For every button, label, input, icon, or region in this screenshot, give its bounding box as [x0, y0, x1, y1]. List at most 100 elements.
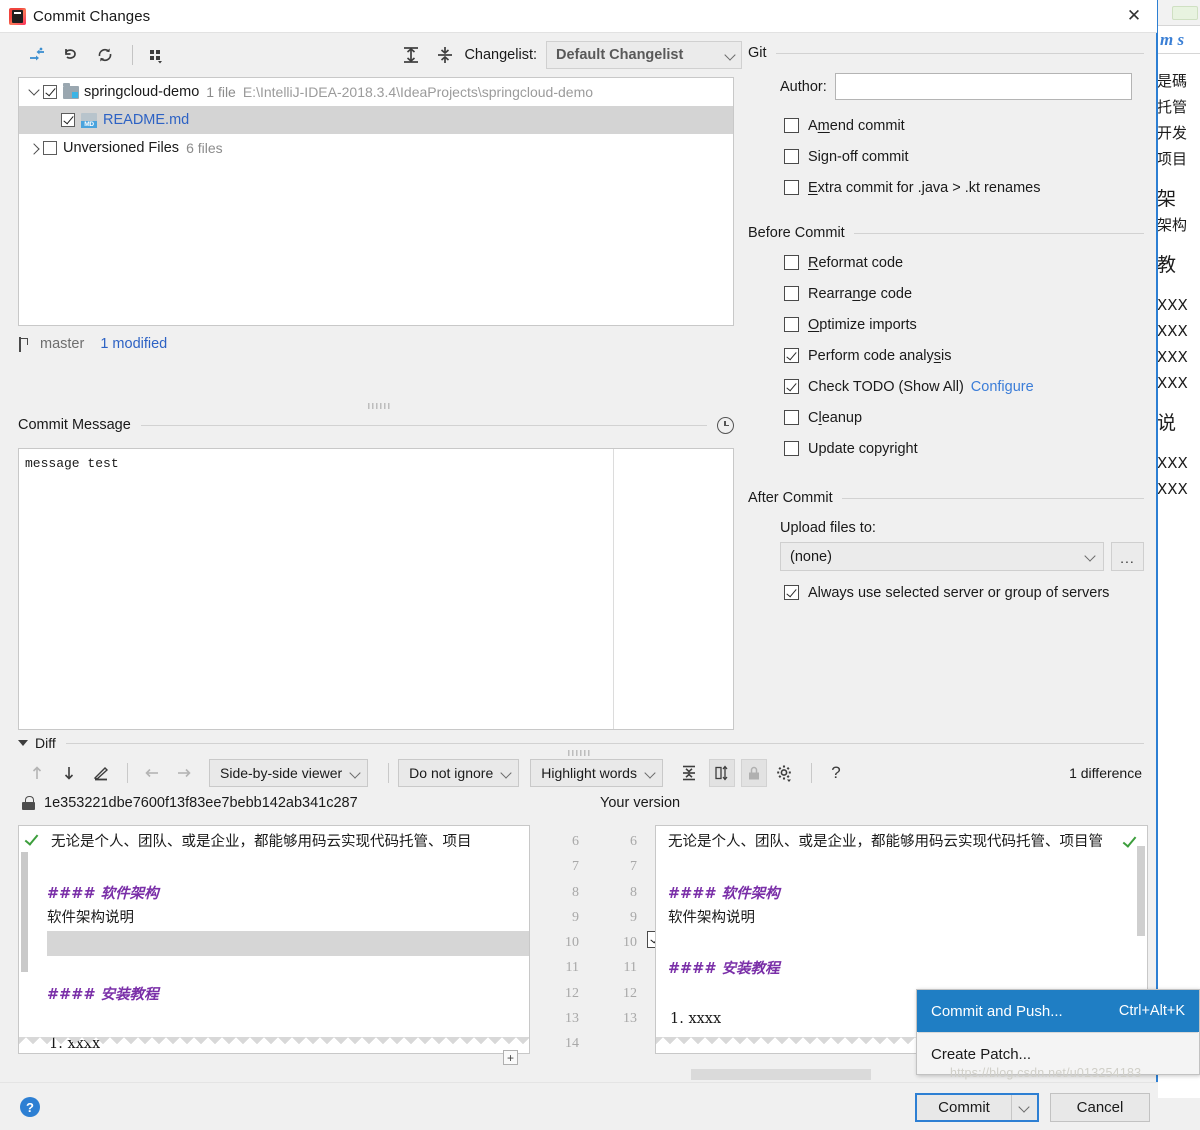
line-number: 13 [565, 1011, 579, 1027]
menu-item-commit-and-push[interactable]: Commit and Push... Ctrl+Alt+K [917, 990, 1199, 1032]
row-file-count: 1 file [206, 84, 236, 100]
refresh-icon[interactable] [90, 40, 120, 70]
close-icon[interactable]: ✕ [1111, 0, 1157, 32]
table-row[interactable]: springcloud-demo 1 file E:\IntelliJ-IDEA… [19, 78, 733, 106]
gear-icon[interactable] [770, 759, 800, 787]
checkbox-label: Cleanup [808, 409, 863, 426]
perform-code-analysis-checkbox[interactable]: Perform code analysis [784, 340, 1144, 371]
collapse-unchanged-icon[interactable] [674, 759, 704, 787]
collapse-triangle-icon[interactable] [18, 740, 28, 746]
row-checkbox[interactable] [61, 113, 75, 127]
lock-icon[interactable] [740, 759, 767, 787]
commit-button[interactable]: Commit [917, 1095, 1012, 1120]
line-number: 10 [565, 935, 579, 951]
clock-history-icon[interactable] [717, 416, 734, 434]
modified-count-link[interactable]: 1 modified [100, 336, 167, 352]
commit-dropdown-arrow[interactable] [1012, 1095, 1037, 1120]
git-section-header: Git [748, 45, 1144, 61]
viewer-mode-dropdown[interactable]: Side-by-side viewer [209, 759, 369, 787]
ignore-mode-dropdown[interactable]: Do not ignore [398, 759, 520, 787]
checkbox-box [784, 149, 799, 164]
check-todo-checkbox[interactable]: Check TODO (Show All) Configure [784, 371, 1144, 402]
diff-line: #### 软件架构 [47, 884, 159, 902]
sync-scroll-icon[interactable] [708, 759, 735, 787]
row-checkbox[interactable] [43, 141, 57, 155]
line-number: 9 [630, 909, 637, 925]
background-editor-text: 是碼 托管 开发 项目 架 架构 教 XXX XXX XXX XXX 说 XXX… [1155, 54, 1200, 1098]
checkbox-box [784, 379, 799, 394]
watermark: https://blog.csdn.net/u013254183 [950, 1066, 1142, 1080]
browse-servers-button[interactable]: ... [1111, 542, 1144, 571]
cancel-button[interactable]: Cancel [1050, 1093, 1150, 1122]
commit-message-input[interactable]: message test [18, 448, 734, 730]
divider [775, 52, 1144, 54]
highlight-mode-dropdown[interactable]: Highlight words [530, 759, 663, 787]
scrollbar-vertical[interactable] [1137, 846, 1145, 936]
dialog-title: Commit Changes [33, 7, 151, 25]
help-icon[interactable]: ? [20, 1097, 40, 1117]
row-checkbox[interactable] [43, 85, 57, 99]
signoff-commit-checkbox[interactable]: Sign-off commit [784, 141, 1144, 172]
diff-left-pane[interactable]: 无论是个人、团队、或是企业，都能够用码云实现代码托管、项目 #### 软件架构 … [18, 825, 530, 1054]
expand-fold-button[interactable]: + [503, 1050, 518, 1065]
scrollbar-horizontal[interactable] [691, 1069, 871, 1080]
configure-link[interactable]: Configure [971, 379, 1034, 395]
author-label: Author: [780, 78, 827, 95]
branch-icon [18, 336, 32, 352]
update-copyright-checkbox[interactable]: Update copyright [784, 433, 1144, 464]
diff-line: 软件架构说明 [668, 909, 755, 926]
chevron-down-icon [1086, 552, 1095, 561]
ignore-mode-value: Do not ignore [409, 765, 494, 781]
chevron-down-icon [1020, 1103, 1029, 1112]
extra-commit-renames-checkbox[interactable]: Extra commit for .java > .kt renames [784, 172, 1144, 203]
menu-item-shortcut: Ctrl+Alt+K [1118, 1003, 1185, 1019]
changelist-dropdown[interactable]: Default Changelist [546, 41, 742, 69]
arrow-right-icon[interactable] [169, 759, 199, 787]
arrow-down-icon[interactable] [54, 759, 84, 787]
line-number: 8 [630, 884, 637, 900]
table-row[interactable]: Unversioned Files 6 files [19, 134, 733, 162]
diff-line: 软件架构说明 [47, 909, 134, 926]
rearrange-code-checkbox[interactable]: Rearrange code [784, 278, 1144, 309]
amend-commit-checkbox[interactable]: Amend commit [784, 110, 1144, 141]
upload-server-dropdown[interactable]: (none) [780, 542, 1104, 571]
rollback-icon[interactable] [56, 40, 86, 70]
splitter-grip[interactable] [368, 403, 390, 409]
markdown-file-icon [81, 113, 97, 128]
dialog-footer: ? Commit Cancel [0, 1082, 1158, 1130]
checkbox-label: Perform code analysis [808, 347, 952, 364]
arrow-up-icon[interactable] [22, 759, 52, 787]
expand-toggle[interactable] [25, 88, 43, 97]
expand-toggle[interactable] [25, 144, 43, 153]
line-number: 10 [623, 935, 637, 951]
expand-all-icon[interactable] [396, 40, 426, 70]
commit-split-button[interactable]: Commit [915, 1093, 1039, 1122]
highlight-mode-value: Highlight words [541, 765, 637, 781]
checkbox-label: Amend commit [808, 117, 905, 134]
diff-line: 无论是个人、团队、或是企业，都能够用码云实现代码托管、项目 [51, 834, 472, 850]
reformat-code-checkbox[interactable]: Reformat code [784, 247, 1144, 278]
table-row[interactable]: README.md [19, 106, 733, 134]
author-row: Author: [780, 73, 1144, 100]
pencil-icon[interactable] [86, 759, 116, 787]
line-number: 6 [572, 834, 579, 849]
changelist-label: Changelist: [464, 47, 537, 63]
changed-files-tree[interactable]: springcloud-demo 1 file E:\IntelliJ-IDEA… [18, 77, 734, 326]
collapse-all-icon[interactable] [430, 40, 460, 70]
question-mark-icon[interactable]: ? [821, 759, 851, 787]
changelist-value: Default Changelist [556, 47, 684, 63]
before-commit-section-header: Before Commit [748, 225, 1144, 241]
move-to-another-changelist-icon[interactable] [22, 40, 52, 70]
viewer-mode-value: Side-by-side viewer [220, 765, 343, 781]
optimize-imports-checkbox[interactable]: Optimize imports [784, 309, 1144, 340]
splitter-grip[interactable] [568, 750, 590, 756]
diff-right-gutter: 6 7 8 9 10 11 12 13 [595, 825, 641, 1054]
arrow-left-icon[interactable] [137, 759, 167, 787]
divider [853, 232, 1144, 234]
author-field[interactable] [834, 73, 1132, 100]
diff-left-gutter: 6 7 8 9 10 11 12 13 14 [537, 825, 583, 1054]
group-by-icon[interactable] [141, 40, 171, 70]
cleanup-checkbox[interactable]: Cleanup [784, 402, 1144, 433]
checkbox-label: Reformat code [808, 254, 904, 271]
always-use-server-checkbox[interactable]: Always use selected server or group of s… [784, 577, 1144, 608]
